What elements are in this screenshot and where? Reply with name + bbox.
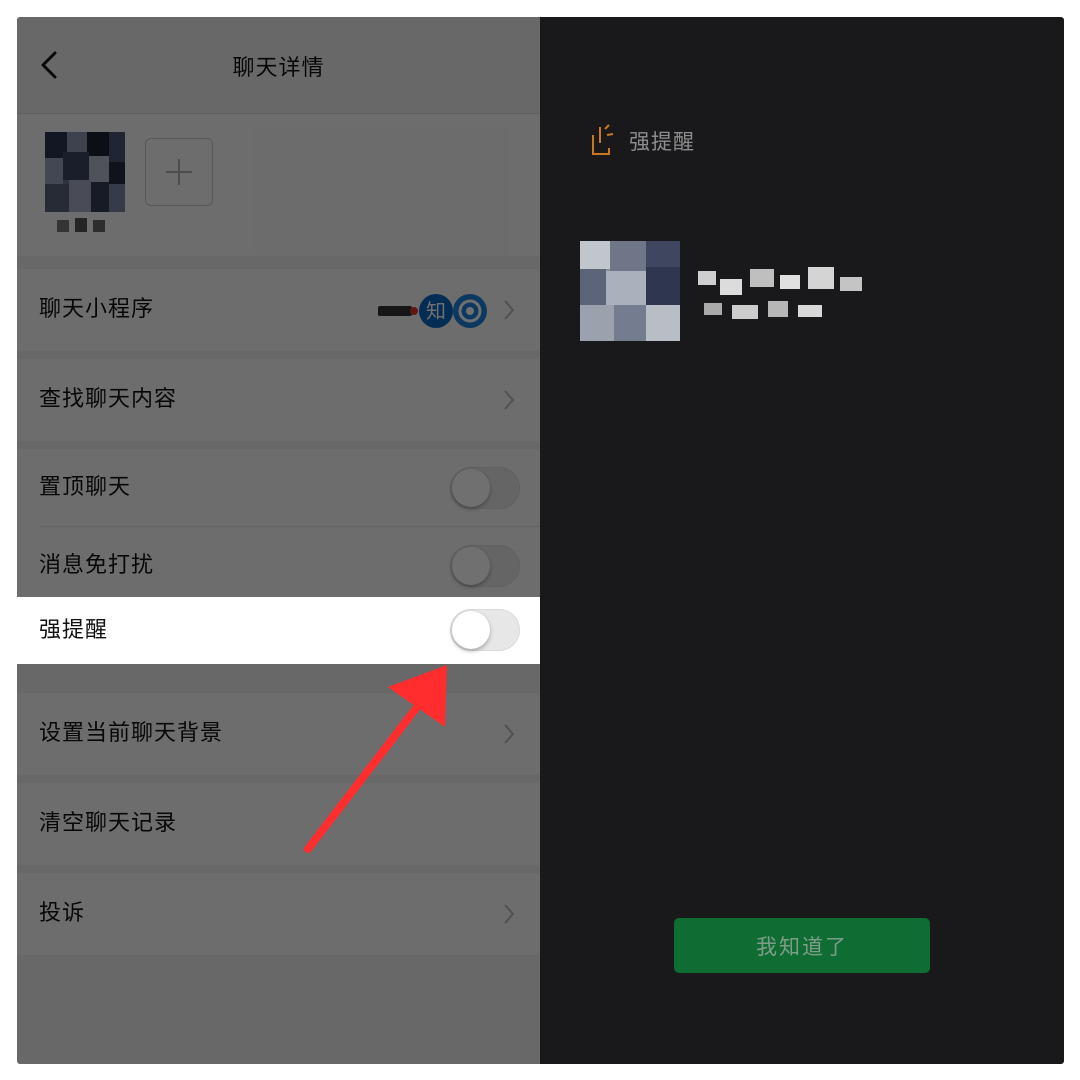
row-set-background[interactable]: 设置当前聊天背景 — [17, 693, 540, 775]
row-pin-chat: 置顶聊天 — [17, 449, 540, 527]
weixin-miniprogram-badge — [378, 306, 418, 316]
member-avatar[interactable] — [45, 132, 125, 212]
row-clear-history[interactable]: 清空聊天记录 — [17, 783, 540, 865]
row-mute: 消息免打扰 — [17, 527, 540, 605]
mini-program-icons: 知 — [378, 294, 487, 328]
chevron-right-icon — [504, 300, 515, 320]
plus-icon — [166, 159, 192, 185]
row-label: 消息免打扰 — [39, 553, 155, 578]
row-search-history[interactable]: 查找聊天内容 — [17, 359, 540, 441]
chat-details-panel: 聊天详情 聊天小程序 知 查找聊天内容 置顶聊天 消息免打扰 设置当前聊天背景 … — [17, 17, 540, 1064]
eye-icon — [453, 294, 487, 328]
member-name-mosaic — [57, 218, 105, 232]
row-label: 设置当前聊天背景 — [39, 721, 224, 746]
confirm-button[interactable]: 我知道了 — [674, 918, 930, 973]
page-title: 聊天详情 — [232, 56, 325, 81]
mute-toggle[interactable] — [450, 545, 520, 587]
zhihu-icon: 知 — [419, 294, 453, 328]
row-label: 聊天小程序 — [39, 297, 155, 322]
strong-alert-toggle[interactable] — [450, 609, 520, 651]
members-section — [17, 114, 540, 256]
sender-name-mosaic — [698, 267, 862, 319]
alert-icon — [592, 124, 614, 155]
sender-avatar-mosaic — [580, 241, 680, 341]
row-mini-programs[interactable]: 聊天小程序 知 — [17, 269, 540, 351]
screenshot-frame: 聊天详情 聊天小程序 知 查找聊天内容 置顶聊天 消息免打扰 设置当前聊天背景 … — [17, 17, 1064, 1064]
chevron-right-icon — [504, 724, 515, 744]
row-strong-alert[interactable]: 强提醒 — [17, 597, 540, 664]
row-report[interactable]: 投诉 — [17, 873, 540, 955]
alert-title: 强提醒 — [629, 130, 695, 154]
zhihu-glyph: 知 — [426, 299, 446, 323]
row-label: 置顶聊天 — [39, 475, 132, 500]
row-label: 强提醒 — [39, 618, 109, 643]
row-label: 查找聊天内容 — [39, 387, 178, 412]
pin-chat-toggle[interactable] — [450, 467, 520, 509]
row-label: 清空聊天记录 — [39, 811, 178, 836]
strong-alert-preview: 强提醒 我知道了 — [540, 17, 1064, 1064]
row-label: 投诉 — [39, 901, 86, 926]
nav-bar: 聊天详情 — [17, 17, 540, 114]
chevron-right-icon — [504, 390, 515, 410]
add-member-button[interactable] — [145, 138, 213, 206]
chevron-right-icon — [504, 904, 515, 924]
